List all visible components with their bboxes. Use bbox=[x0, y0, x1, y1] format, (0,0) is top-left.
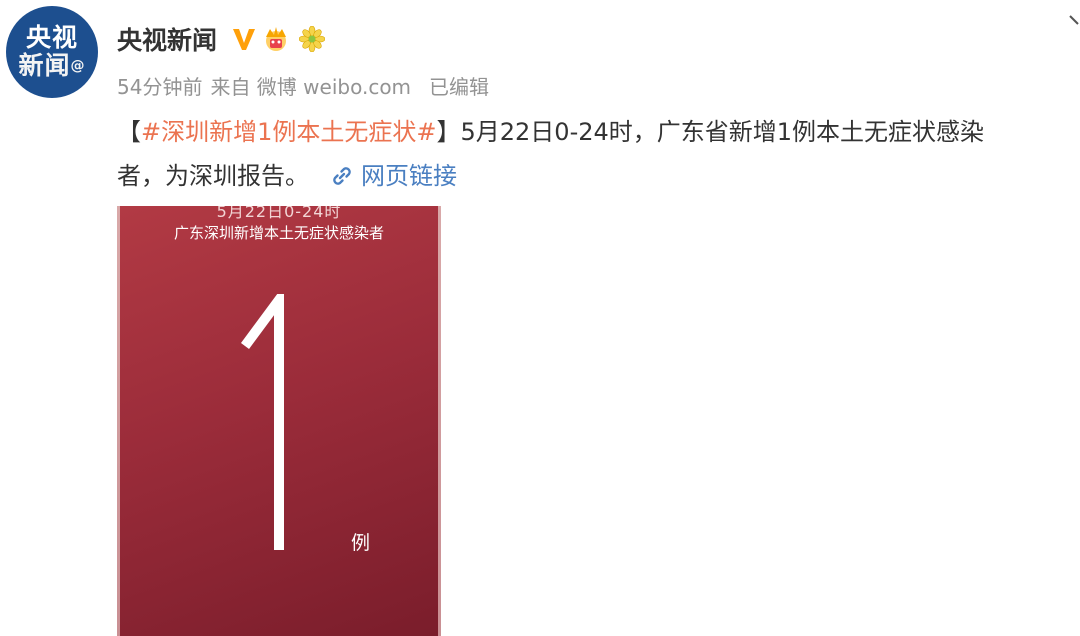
avatar-at-sign: @ bbox=[70, 58, 86, 74]
verified-v-icon bbox=[233, 29, 256, 50]
avatar-line-1: 央视 bbox=[25, 23, 78, 52]
post-text-line-1: 5月22日0-24时，广东省新增1例本土无症状感染 bbox=[460, 118, 985, 146]
avatar-line-2-text: 新闻 bbox=[18, 51, 71, 80]
chevron-icon[interactable] bbox=[1068, 14, 1080, 28]
link-icon bbox=[333, 167, 351, 185]
bracket-open: 【 bbox=[117, 118, 141, 146]
web-link-label: 网页链接 bbox=[361, 162, 457, 190]
post-line-1: 【#深圳新增1例本土无症状#】5月22日0-24时，广东省新增1例本土无症状感染 bbox=[117, 110, 1080, 154]
post-line-2: 者，为深圳报告。 网页链接 bbox=[117, 154, 1080, 198]
image-unit: 例 bbox=[351, 532, 371, 554]
bracket-close: 】 bbox=[436, 118, 461, 146]
edited-label[interactable]: 已编辑 bbox=[429, 71, 489, 100]
avatar[interactable]: 央视 新闻@ bbox=[6, 6, 98, 98]
web-link[interactable]: 网页链接 bbox=[331, 162, 457, 190]
image-headline: 广东深圳新增本土无症状感染者 bbox=[173, 224, 384, 242]
post-image[interactable]: 5月22日0-24时 广东深圳新增本土无症状感染者 1 例 bbox=[117, 206, 441, 636]
crown-member-icon[interactable] bbox=[261, 25, 291, 53]
avatar-line-2: 新闻@ bbox=[18, 52, 85, 80]
user-name[interactable]: 央视新闻 bbox=[117, 21, 217, 57]
post-time[interactable]: 54分钟前 bbox=[117, 71, 202, 100]
post-meta: 54分钟前 来自 微博 weibo.com 已编辑 bbox=[117, 70, 489, 100]
post-body: 【#深圳新增1例本土无症状#】5月22日0-24时，广东省新增1例本土无症状感染… bbox=[117, 110, 1080, 198]
image-date: 5月22日0-24时 bbox=[216, 206, 342, 221]
topic-link[interactable]: #深圳新增1例本土无症状# bbox=[141, 118, 437, 146]
post-source: 来自 微博 weibo.com bbox=[210, 74, 412, 99]
user-header: 央视新闻 bbox=[117, 19, 326, 59]
post-text-line-2: 者，为深圳报告。 bbox=[117, 162, 309, 190]
flower-badge-icon[interactable] bbox=[299, 26, 326, 52]
big-number-one bbox=[240, 294, 284, 550]
